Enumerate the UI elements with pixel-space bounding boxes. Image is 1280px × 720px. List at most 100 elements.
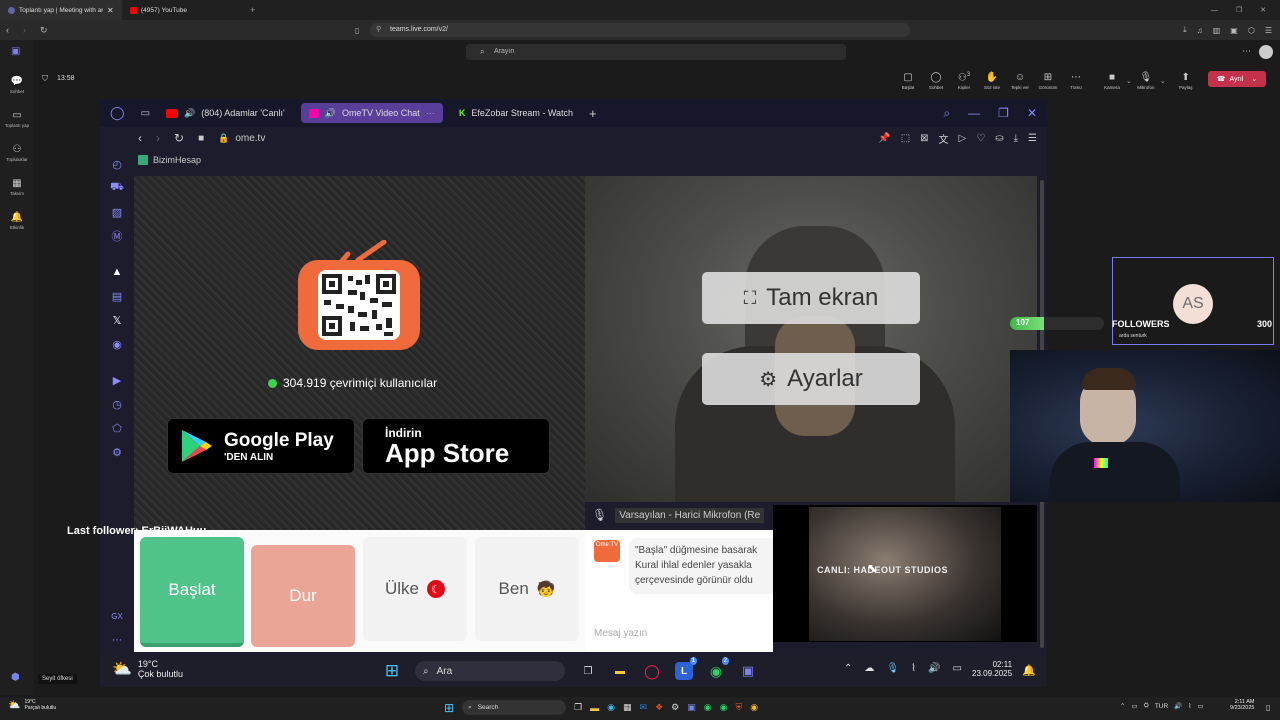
me-button[interactable]: Ben 🧒	[475, 537, 579, 641]
edge-icon[interactable]: ◉	[607, 702, 615, 713]
rail-item-calendar[interactable]: ▦ Takvim	[0, 170, 34, 204]
site-info-icon[interactable]: ⚲	[376, 25, 381, 33]
outlook-icon[interactable]: ✉	[640, 702, 648, 713]
battery-icon[interactable]: ▭	[1197, 702, 1203, 710]
chat-input[interactable]: Mesaj yazın	[594, 628, 647, 639]
opera-tab-ometv[interactable]: 🔊 OmeTV Video Chat ···	[300, 103, 443, 123]
minimize-icon[interactable]: —	[1211, 7, 1218, 14]
search-icon[interactable]: ⌕	[943, 106, 950, 121]
chevron-down-icon[interactable]: ⌄	[1251, 75, 1257, 83]
tool-camera[interactable]: ■ Kamera	[1098, 67, 1126, 95]
tool-raise-hand[interactable]: ✋ Söz iste	[978, 67, 1006, 95]
settings-icon[interactable]: ⚙	[671, 702, 679, 713]
leave-button[interactable]: ☎ Ayrıl ⌄	[1208, 71, 1266, 87]
bookmark-icon[interactable]: ▯	[355, 26, 359, 35]
chevron-up-icon[interactable]: ⌃	[1120, 702, 1125, 710]
gx-logo[interactable]: GX	[100, 604, 134, 628]
notification-icon[interactable]: ▯	[1266, 703, 1270, 712]
x-icon[interactable]: 𝕏	[100, 308, 134, 332]
tool-start[interactable]: ▢ Başlat	[894, 67, 922, 95]
vpn-icon[interactable]: ⬡	[1248, 26, 1255, 35]
music-icon[interactable]: ♫	[1197, 26, 1203, 35]
minimize-icon[interactable]: —	[968, 106, 980, 120]
gx-control-icon[interactable]: ▨	[100, 200, 134, 224]
app-l-icon[interactable]: L1	[675, 657, 697, 680]
maximize-icon[interactable]: ❐	[1236, 6, 1242, 14]
new-tab-icon[interactable]: +	[589, 106, 597, 121]
settings-button[interactable]: ⚙ Ayarlar	[702, 353, 920, 405]
history-icon[interactable]: ◷	[100, 392, 134, 416]
widgets-icon[interactable]: ❐	[574, 702, 582, 713]
outer-weather-widget[interactable]: ⛅ 19°C Parçalı bulutlu	[8, 699, 56, 711]
figma-icon[interactable]: ❖	[655, 702, 663, 713]
rail-item-activity[interactable]: 🔔 Etkinlik	[0, 204, 34, 238]
rail-item-communities[interactable]: ⚇ Topluluklar	[0, 136, 34, 170]
inner-clock[interactable]: 02:11 23.09.2025	[972, 660, 1012, 678]
windows-start-icon[interactable]: ⊞	[444, 701, 454, 715]
profile-avatar[interactable]	[1259, 45, 1273, 59]
tool-people[interactable]: ⚇3 Kişiler	[950, 67, 978, 95]
tool-mic[interactable]: 🎙 Mikrofon	[1132, 67, 1160, 95]
teams-icon[interactable]: ▣	[687, 702, 696, 713]
tab-more-icon[interactable]: ···	[426, 108, 435, 118]
wallet-icon[interactable]: ▣	[1230, 26, 1238, 35]
settings-icon[interactable]: ⚙	[100, 440, 134, 464]
gx-mods-icon[interactable]: Ⓜ	[100, 224, 134, 248]
close-icon[interactable]: ✕	[107, 6, 114, 15]
account-icon[interactable]: ⛀	[995, 133, 1003, 144]
aria-icon[interactable]: ▲	[100, 260, 134, 284]
stop-button[interactable]: Dur	[251, 545, 355, 647]
speed-dial-icon[interactable]: ◴	[100, 152, 134, 176]
opera-tab-youtube[interactable]: 🔊 (804) Adamlar 'Canlı'	[158, 103, 293, 123]
store-icon[interactable]: ▦	[623, 702, 632, 713]
download-icon[interactable]: ⤓	[1014, 133, 1018, 144]
whatsapp-icon[interactable]: ◉	[704, 702, 712, 713]
tool-chat[interactable]: ◯ Sohbet	[922, 67, 950, 95]
url-field[interactable]: teams.live.com/v2/	[370, 23, 910, 37]
chevron-up-icon[interactable]: ⌃	[844, 663, 852, 674]
teams-icon[interactable]: ▣	[739, 662, 757, 680]
wifi-icon[interactable]: ⌇	[1188, 702, 1191, 710]
outer-tab-teams[interactable]: Toplantı yap | Meeting with ar ✕	[0, 0, 122, 20]
start-button[interactable]: Başlat	[140, 537, 244, 647]
whatsapp-icon[interactable]: ◉ 2	[707, 657, 729, 680]
outer-clock[interactable]: 2:11 AM 9/23/2025	[1230, 699, 1254, 711]
notification-bell-icon[interactable]: 🔔	[1022, 664, 1036, 677]
tray-icon[interactable]: ⛭	[1144, 702, 1149, 710]
more-icon[interactable]: ⋯	[100, 628, 134, 652]
onedrive-icon[interactable]: ☁	[864, 663, 874, 674]
cast-icon[interactable]: ▭	[1131, 702, 1137, 710]
menu-icon[interactable]: ☰	[1265, 26, 1272, 35]
volume-icon[interactable]: 🔊	[1174, 702, 1182, 710]
opera-logo-icon[interactable]: ◯	[110, 105, 125, 121]
gx-corner-icon[interactable]: ⛟	[100, 176, 134, 200]
play-icon[interactable]: ▷	[959, 133, 967, 144]
sidebar-icon[interactable]: ▥	[1213, 26, 1221, 35]
rail-item-meet[interactable]: ▭ Toplantı yap	[0, 102, 34, 136]
forward-icon[interactable]: ›	[23, 25, 26, 35]
discord-icon[interactable]: ◉	[100, 332, 134, 356]
camera-icon[interactable]: ■	[198, 133, 204, 144]
tool-view[interactable]: ⊞ Görünüm	[1034, 67, 1062, 95]
tool-react[interactable]: ☺ Tepki ver	[1006, 67, 1034, 95]
chevron-down-icon[interactable]: ⌄	[1160, 77, 1166, 85]
twitch-icon[interactable]: ▤	[100, 284, 134, 308]
spotify-icon[interactable]: ◉	[720, 702, 728, 713]
new-tab-icon[interactable]: +	[244, 5, 255, 15]
forward-icon[interactable]: ›	[156, 131, 160, 145]
reload-icon[interactable]: ↻	[174, 131, 184, 145]
outer-search-box[interactable]: ⌕ Search	[462, 700, 567, 715]
file-explorer-icon[interactable]: ▬	[611, 662, 629, 680]
language-indicator[interactable]: TUR	[1155, 703, 1168, 710]
fullscreen-button[interactable]: ⛶ Tam ekran	[702, 272, 920, 324]
heart-icon[interactable]: ♡	[976, 133, 985, 144]
windows-start-icon[interactable]: ⊞	[383, 661, 401, 680]
app-store-button[interactable]: İndirin App Store	[362, 418, 550, 474]
bookmark-item[interactable]: BizimHesap	[138, 155, 201, 165]
more-options-icon[interactable]: ⋯	[1242, 46, 1251, 57]
opera-tab-kick[interactable]: K EfeZobar Stream - Watch	[451, 103, 581, 123]
back-icon[interactable]: ‹	[138, 131, 142, 145]
opera-gx-icon[interactable]: ◯	[643, 662, 661, 680]
mic-selector[interactable]: 🎙 Varsayılan - Harici Mikrofon (Re	[592, 505, 776, 525]
task-view-icon[interactable]: ❐	[579, 662, 597, 680]
